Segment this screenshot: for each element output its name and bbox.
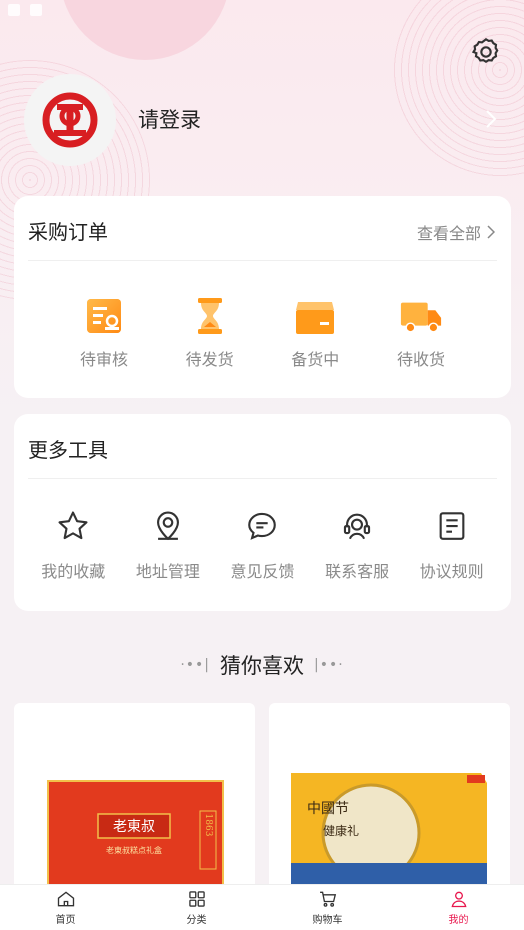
- cart-icon: [319, 891, 336, 907]
- divider: [28, 260, 497, 261]
- chevron-right-icon: [487, 225, 495, 239]
- product-image: 中國节 健康礼: [291, 773, 487, 885]
- tool-customer-service[interactable]: 联系客服: [310, 504, 405, 582]
- headset-icon: [343, 513, 371, 540]
- person-icon: [451, 891, 466, 908]
- chevron-right-icon[interactable]: [484, 108, 498, 130]
- tool-address[interactable]: 地址管理: [121, 504, 216, 582]
- svg-text:中國节: 中國节: [307, 801, 349, 817]
- card-title: 更多工具: [28, 438, 108, 462]
- view-all-link[interactable]: 查看全部: [417, 220, 495, 244]
- login-link[interactable]: 请登录: [138, 104, 201, 134]
- product-image: 老東叔 老東叔糕点礼盒 1863: [47, 780, 224, 892]
- order-status-awaiting-shipment[interactable]: 待发货: [165, 294, 255, 370]
- grid-icon: [188, 891, 205, 907]
- more-tools-card: 更多工具 我的收藏 地址管理 意见反馈 联系客服 协议规则: [14, 414, 511, 611]
- tab-label: 购物车: [312, 915, 343, 926]
- order-status-label: 备货中: [291, 350, 340, 369]
- tool-label: 我的收藏: [41, 562, 106, 581]
- tool-label: 地址管理: [135, 562, 200, 581]
- purchase-orders-card: 采购订单 查看全部 待审核 待发货 备货中 待收货: [14, 196, 511, 398]
- svg-text:健康礼: 健康礼: [323, 823, 359, 838]
- box-icon: [296, 302, 335, 334]
- gear-icon[interactable]: [470, 36, 502, 68]
- status-bar: [0, 0, 524, 22]
- tab-cart[interactable]: 购物车: [262, 885, 393, 930]
- document-icon: [439, 512, 465, 540]
- svg-text:老東叔: 老東叔: [113, 819, 155, 835]
- order-status-preparing[interactable]: 备货中: [270, 294, 360, 370]
- decor-rings-right: [390, 0, 524, 180]
- tab-category[interactable]: 分类: [131, 885, 262, 930]
- order-status-label: 待审核: [79, 350, 128, 369]
- svg-text:老東叔糕点礼盒: 老東叔糕点礼盒: [106, 845, 162, 855]
- tool-agreement[interactable]: 协议规则: [404, 504, 499, 582]
- divider: [28, 478, 497, 479]
- tool-label: 意见反馈: [230, 562, 295, 581]
- decor-dots-left: ·••|: [180, 657, 210, 673]
- svg-text:1863: 1863: [203, 814, 213, 837]
- truck-icon: [400, 302, 442, 333]
- recommend-header: ·••| 猜你喜欢 |••·: [0, 650, 524, 680]
- order-status-label: 待发货: [185, 350, 234, 369]
- tab-label: 分类: [186, 915, 207, 926]
- review-icon: [87, 299, 121, 333]
- order-status-awaiting-receipt[interactable]: 待收货: [376, 294, 466, 370]
- tab-label: 我的: [448, 915, 469, 926]
- location-icon: [156, 511, 179, 541]
- view-all-label: 查看全部: [416, 224, 481, 243]
- star-icon: [58, 511, 88, 540]
- tool-label: 联系客服: [325, 562, 390, 581]
- tool-favorites[interactable]: 我的收藏: [26, 504, 121, 582]
- tool-feedback[interactable]: 意见反馈: [215, 504, 310, 582]
- notification-icon: [30, 4, 42, 16]
- recommend-title: 猜你喜欢: [220, 654, 304, 678]
- product-card[interactable]: 老東叔 老東叔糕点礼盒 1863: [14, 703, 255, 903]
- product-card[interactable]: 中國节 健康礼: [269, 703, 510, 903]
- chat-icon: [248, 512, 277, 540]
- tab-label: 首页: [55, 915, 76, 926]
- tool-label: 协议规则: [419, 562, 484, 581]
- tab-home[interactable]: 首页: [0, 885, 131, 930]
- decor-dots-right: |••·: [314, 657, 344, 673]
- order-status-pending-review[interactable]: 待审核: [59, 294, 149, 370]
- bottom-tab-bar: 首页 分类 购物车 我的: [0, 884, 524, 930]
- hourglass-icon: [197, 298, 222, 334]
- notification-icon: [8, 4, 20, 16]
- avatar[interactable]: [24, 74, 116, 166]
- railway-logo-icon: [42, 92, 98, 148]
- home-icon: [57, 891, 74, 907]
- card-title: 采购订单: [28, 220, 108, 244]
- order-status-label: 待收货: [396, 350, 445, 369]
- tab-mine[interactable]: 我的: [393, 885, 524, 930]
